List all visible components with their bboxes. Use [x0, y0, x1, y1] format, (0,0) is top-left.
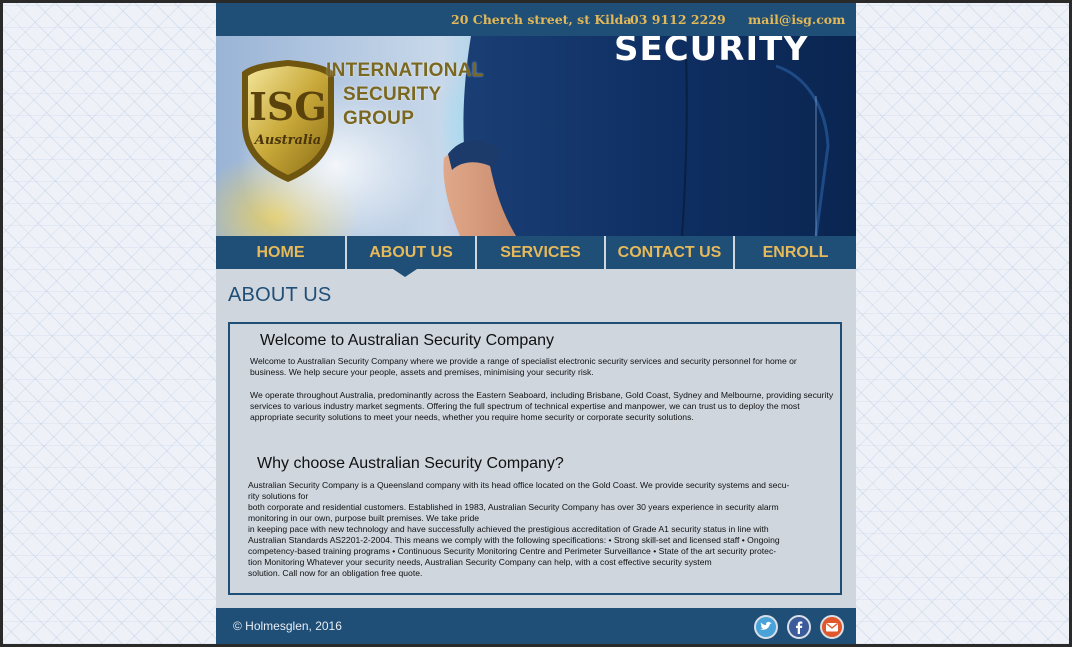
shirt-security-text: SECURITY — [614, 36, 809, 69]
why-line: Australian Standards AS2201-2-2004. This… — [248, 535, 780, 545]
welcome-heading: Welcome to Australian Security Company — [260, 332, 555, 349]
welcome-paragraph-2: We operate throughout Australia, predomi… — [250, 390, 834, 422]
phone-text: 03 9112 2229 — [630, 12, 726, 27]
hero-banner: SECURITY ISG Australia INTERNATIONAL SEC… — [216, 36, 856, 236]
page-container: 20 Cherch street, st Kilda 03 9112 2229 … — [216, 3, 856, 644]
contact-bar: 20 Cherch street, st Kilda 03 9112 2229 … — [216, 3, 856, 36]
about-content-box: Welcome to Australian Security Company W… — [228, 322, 842, 595]
why-line: monitoring in our own, purpose built pre… — [248, 513, 480, 523]
logo-line-international: INTERNATIONAL — [326, 60, 484, 81]
why-line: both corporate and residential customers… — [248, 502, 779, 512]
copyright-text: © Holmesglen, 2016 — [233, 619, 342, 633]
page-title: ABOUT US — [228, 284, 332, 306]
why-line: in keeping pace with new technology and … — [248, 524, 769, 534]
why-line: rity solutions for — [248, 491, 309, 501]
email-icon[interactable] — [820, 615, 844, 639]
footer: © Holmesglen, 2016 — [216, 608, 856, 644]
nav-about-us[interactable]: ABOUT US — [347, 236, 475, 269]
nav-services[interactable]: SERVICES — [477, 236, 604, 269]
why-choose-heading: Why choose Australian Security Company? — [257, 455, 564, 472]
why-line: tion Monitoring Whatever your security n… — [248, 557, 712, 567]
logo-australia-text: Australia — [253, 133, 321, 148]
nav-home[interactable]: HOME — [216, 236, 345, 269]
main-navigation: HOME ABOUT US SERVICES CONTACT US ENROLL — [216, 236, 856, 277]
why-choose-text: Australian Security Company is a Queensl… — [248, 480, 838, 579]
logo-line-security: SECURITY — [343, 84, 442, 105]
facebook-icon[interactable] — [787, 615, 811, 639]
address-text: 20 Cherch street, st Kilda — [451, 12, 632, 27]
email-link[interactable]: mail@isg.com — [748, 12, 845, 27]
logo-line-group: GROUP — [343, 108, 415, 129]
nav-contact-us[interactable]: CONTACT US — [606, 236, 733, 269]
why-line: Australian Security Company is a Queensl… — [248, 480, 790, 490]
logo-isg-text: ISG — [249, 84, 327, 129]
nav-enroll[interactable]: ENROLL — [735, 236, 856, 269]
welcome-paragraph-1: Welcome to Australian Security Company w… — [250, 356, 797, 377]
why-line: solution. Call now for an obligation fre… — [248, 568, 423, 578]
twitter-icon[interactable] — [754, 615, 778, 639]
active-nav-indicator — [393, 269, 417, 277]
why-line: competency-based training programs • Con… — [248, 546, 777, 556]
isg-logo-badge: ISG Australia — [242, 60, 334, 182]
